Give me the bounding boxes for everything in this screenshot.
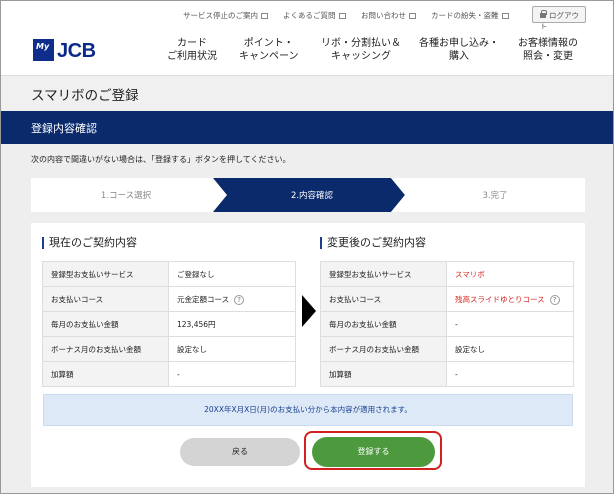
contact-link[interactable]: お問い合わせ bbox=[361, 10, 416, 21]
row-value: - bbox=[446, 361, 574, 387]
lost-card-link[interactable]: カードの紛失・盗難 bbox=[431, 10, 509, 21]
back-button[interactable]: 戻る bbox=[180, 438, 300, 466]
row-label: 登録型お支払いサービス bbox=[320, 261, 447, 287]
after-contract-title: 変更後のご契約内容 bbox=[320, 237, 426, 249]
lock-icon bbox=[540, 10, 547, 18]
row-label: 毎月のお支払い金額 bbox=[42, 311, 169, 337]
nav-line: お客様情報の bbox=[518, 38, 578, 49]
external-link-icon bbox=[409, 13, 416, 19]
help-icon[interactable]: ? bbox=[549, 294, 560, 305]
nav-line: キャンペーン bbox=[239, 51, 299, 62]
instruction-text: 次の内容で間違いがない場合は、「登録する」ボタンを押してください。 bbox=[31, 155, 291, 164]
nav-points-campaign[interactable]: ポイント・キャンペーン bbox=[239, 37, 299, 63]
row-label: 毎月のお支払い金額 bbox=[320, 311, 447, 337]
table-row: 毎月のお支払い金額 - bbox=[320, 311, 574, 337]
nav-revolving-cashing[interactable]: リボ・分割払い＆ キャッシング bbox=[321, 37, 401, 63]
external-link-icon bbox=[261, 13, 268, 19]
table-row: 加算額 - bbox=[320, 361, 574, 387]
step-confirm: 2.内容確認 bbox=[290, 191, 334, 201]
current-contract-title: 現在のご契約内容 bbox=[42, 237, 137, 249]
table-row: お支払いコース 元金定額コース? bbox=[42, 286, 296, 312]
row-value: 設定なし bbox=[446, 336, 574, 362]
lost-card-label: カードの紛失・盗難 bbox=[431, 11, 499, 20]
utility-bar: サービス停止のご案内 よくあるご質問 お問い合わせ カードの紛失・盗難 ログアウ… bbox=[1, 1, 613, 31]
external-link-icon bbox=[338, 13, 346, 19]
table-row: お支払いコース 残高スライドゆとりコース? bbox=[320, 286, 574, 312]
contact-label: お問い合わせ bbox=[361, 11, 406, 20]
nav-line: キャッシング bbox=[331, 51, 391, 62]
row-label: お支払いコース bbox=[320, 286, 447, 312]
table-row: 毎月のお支払い金額 123,456円 bbox=[42, 311, 296, 337]
row-label: 加算額 bbox=[42, 361, 169, 387]
page-title-bar: スマリボのご登録 bbox=[1, 75, 613, 111]
row-value: 残高スライドゆとりコース bbox=[455, 294, 545, 304]
step-complete: 3.完了 bbox=[482, 191, 508, 201]
register-button[interactable]: 登録する bbox=[312, 437, 435, 467]
row-value: - bbox=[446, 311, 574, 337]
row-label: ボーナス月のお支払い金額 bbox=[320, 336, 447, 362]
nav-customer-info[interactable]: お客様情報の 照会・変更 bbox=[518, 37, 578, 63]
row-value: ご登録なし bbox=[168, 261, 296, 287]
row-value-cell: 残高スライドゆとりコース? bbox=[446, 286, 574, 312]
row-label: 加算額 bbox=[320, 361, 447, 387]
row-value: 123,456円 bbox=[168, 311, 296, 337]
step-course-select: 1.コース選択 bbox=[100, 191, 152, 201]
row-label: お支払いコース bbox=[42, 286, 169, 312]
service-outage-label: サービス停止のご案内 bbox=[183, 11, 258, 20]
current-contract-table: 登録型お支払いサービス ご登録なし お支払いコース 元金定額コース? 毎月のお支払い… bbox=[42, 261, 296, 387]
apply-notice: 20XX年X月X日(月)のお支払い分から本内容が適用されます。 bbox=[43, 394, 573, 426]
main-header: My JCB カードご利用状況 ポイント・キャンペーン リボ・分割払い＆ キャッシ… bbox=[1, 29, 613, 75]
nav-applications[interactable]: 各種お申し込み・ 購入 bbox=[419, 37, 499, 63]
help-icon[interactable]: ? bbox=[234, 294, 245, 305]
faq-label: よくあるご質問 bbox=[283, 11, 336, 20]
arrow-right-icon bbox=[302, 295, 316, 327]
table-row: 登録型お支払いサービス スマリボ bbox=[320, 261, 574, 287]
faq-link[interactable]: よくあるご質問 bbox=[283, 10, 346, 21]
nav-line: ポイント・ bbox=[243, 38, 294, 49]
section-title: 登録内容確認 bbox=[31, 122, 97, 135]
logout-button[interactable]: ログアウト bbox=[532, 6, 586, 31]
row-value: 設定なし bbox=[168, 336, 296, 362]
row-value: スマリボ bbox=[446, 261, 574, 287]
row-value-cell: 元金定額コース? bbox=[168, 286, 296, 312]
nav-line: 各種お申し込み・ bbox=[419, 38, 499, 49]
row-label: ボーナス月のお支払い金額 bbox=[42, 336, 169, 362]
nav-line: ご利用状況 bbox=[167, 51, 217, 62]
row-value: - bbox=[168, 361, 296, 387]
table-row: 加算額 - bbox=[42, 361, 296, 387]
contract-panel: 現在のご契約内容 登録型お支払いサービス ご登録なし お支払いコース 元金定額コース… bbox=[31, 223, 585, 487]
section-header: 登録内容確認 bbox=[1, 111, 613, 144]
logo-my: My bbox=[33, 39, 54, 61]
nav-line: カード bbox=[177, 38, 207, 49]
page-title: スマリボのご登録 bbox=[31, 88, 139, 104]
nav-line: 照会・変更 bbox=[523, 51, 573, 62]
row-label: 登録型お支払いサービス bbox=[42, 261, 169, 287]
nav-card-usage[interactable]: カード ご利用状況 bbox=[167, 37, 217, 63]
after-contract-table: 登録型お支払いサービス スマリボ お支払いコース 残高スライドゆとりコース? 毎月の… bbox=[320, 261, 574, 387]
service-outage-link[interactable]: サービス停止のご案内 bbox=[183, 10, 268, 21]
table-row: ボーナス月のお支払い金額 設定なし bbox=[42, 336, 296, 362]
nav-line: リボ・分割払い＆ bbox=[321, 38, 401, 49]
logo-jcb: JCB bbox=[57, 40, 96, 62]
table-row: 登録型お支払いサービス ご登録なし bbox=[42, 261, 296, 287]
step-indicator: 1.コース選択 2.内容確認 3.完了 bbox=[31, 178, 585, 212]
nav-line: 購入 bbox=[449, 51, 469, 62]
row-value: 元金定額コース bbox=[177, 294, 230, 304]
table-row: ボーナス月のお支払い金額 設定なし bbox=[320, 336, 574, 362]
external-link-icon bbox=[501, 13, 509, 19]
